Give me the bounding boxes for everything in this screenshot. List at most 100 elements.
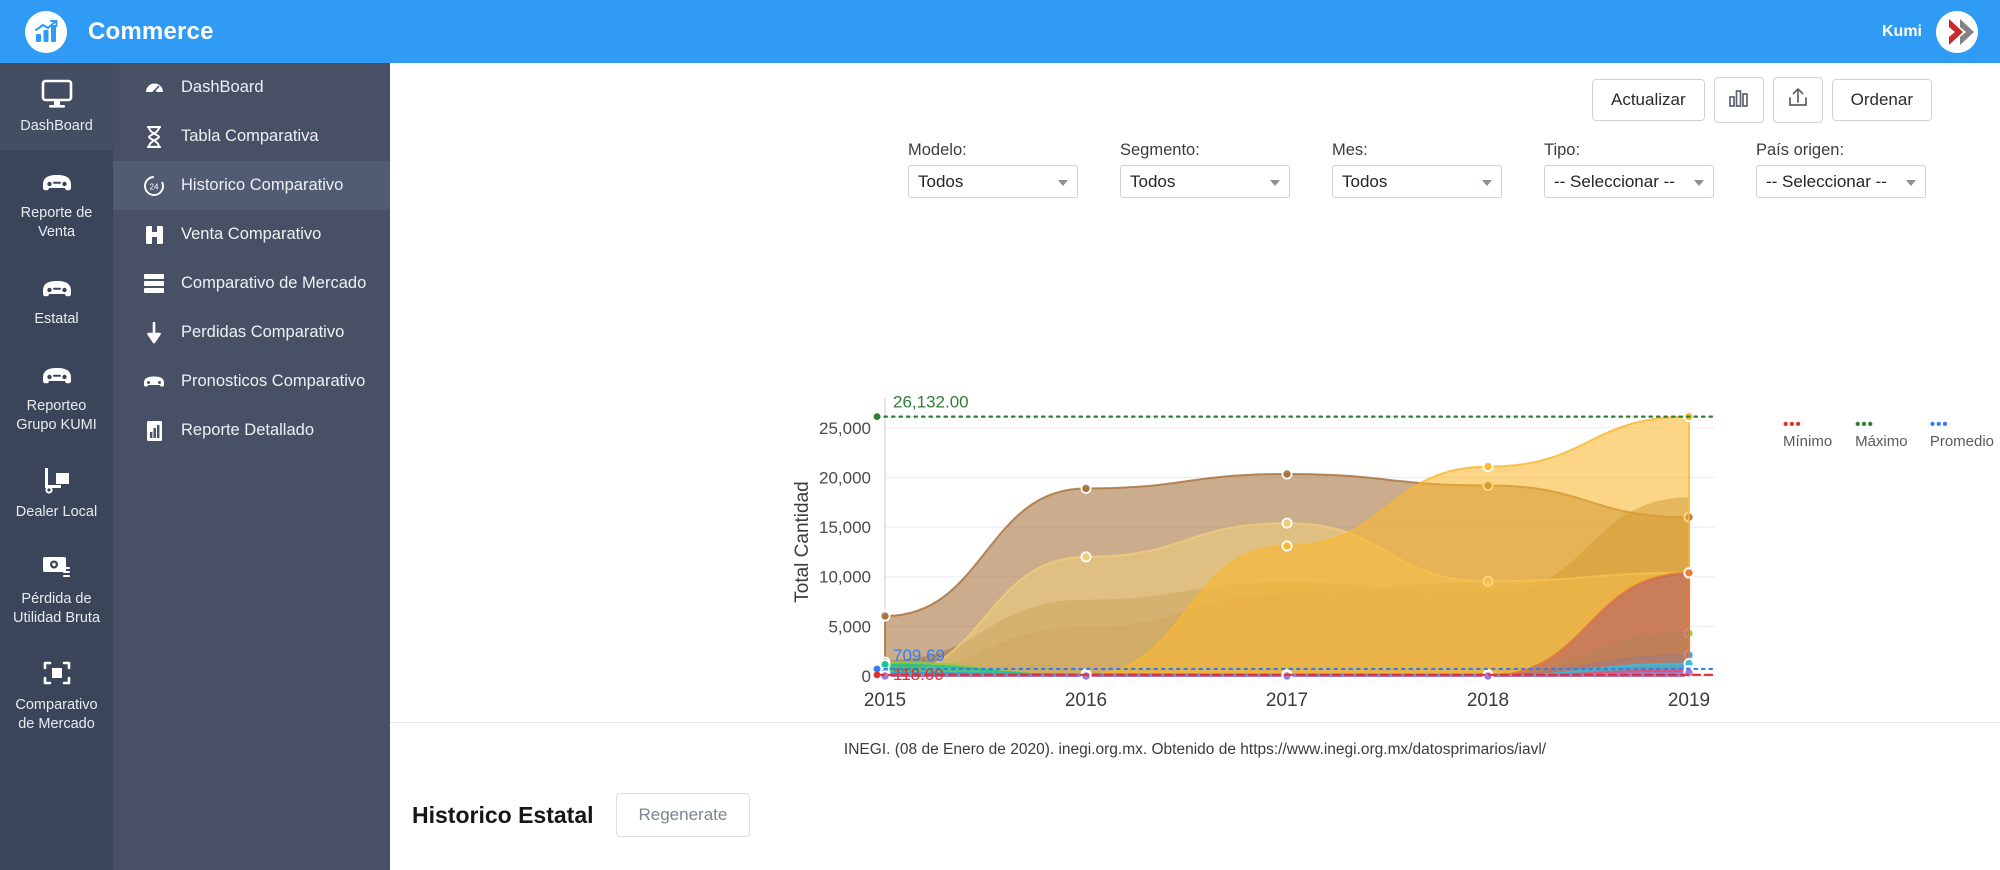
monitor-icon	[4, 79, 109, 109]
app-root: Commerce Kumi DashBoard Reporte de	[0, 0, 2000, 870]
section-title: Historico Estatal	[412, 802, 594, 829]
submenu-item-pronosticos-comparativo[interactable]: Pronosticos Comparativo	[113, 357, 390, 406]
submenu-item-label: Historico Comparativo	[181, 174, 353, 197]
focus-square-icon	[4, 658, 109, 688]
filter-pais-origen-value: -- Seleccionar --	[1766, 172, 1887, 192]
submenu-item-venta-comparativo[interactable]: Venta Comparativo	[113, 210, 390, 259]
filter-mes-value: Todos	[1342, 172, 1387, 192]
sidebar-item-label: Reporte de Venta	[4, 204, 109, 242]
stat-legend-promedio-label: Promedio	[1930, 433, 1994, 450]
filter-tipo-value: -- Seleccionar --	[1554, 172, 1675, 192]
ordenar-button[interactable]: Ordenar	[1832, 79, 1932, 121]
chart-view-button[interactable]	[1714, 77, 1764, 123]
filter-modelo-value: Todos	[918, 172, 963, 192]
sidebar-item-reporte-de-venta[interactable]: Reporte de Venta	[0, 150, 113, 256]
sidebar-item-comparativo-de-mercado[interactable]: Comparativo de Mercado	[0, 642, 113, 748]
file-report-icon	[141, 420, 167, 442]
avatar[interactable]	[1936, 11, 1978, 53]
export-upload-icon	[1787, 86, 1809, 114]
sidebar-item-label: Reporteo Grupo KUMI	[4, 397, 109, 435]
submenu-item-comparativo-de-mercado[interactable]: Comparativo de Mercado	[113, 259, 390, 308]
chevron-down-icon	[1270, 180, 1280, 186]
secondary-sidebar: DashBoard Tabla Comparativa 24 Historico…	[113, 63, 390, 870]
stat-legend-minimo-label: Mínimo	[1783, 433, 1832, 450]
y-axis-tick: 15,000	[819, 518, 871, 537]
chevron-down-icon	[1694, 180, 1704, 186]
chart-canvas[interactable]: 05,00010,00015,00020,00025,00026,132.007…	[390, 198, 2000, 718]
filter-segmento-select[interactable]: Todos	[1120, 165, 1290, 198]
car-icon	[4, 359, 109, 389]
chart-toolbar: Actualizar Ordenar	[390, 63, 2000, 123]
filter-modelo-label: Modelo:	[908, 141, 1078, 160]
stat-legend-minimo[interactable]: ••• Mínimo	[1783, 416, 1841, 450]
maximo-dash-icon: •••	[1855, 416, 1874, 433]
submenu-item-dashboard[interactable]: DashBoard	[113, 63, 390, 112]
filter-tipo: Tipo: -- Seleccionar --	[1544, 141, 1714, 198]
filter-tipo-label: Tipo:	[1544, 141, 1714, 160]
filter-segmento: Segmento: Todos	[1120, 141, 1290, 198]
x-axis-tick: 2019	[1668, 690, 1710, 711]
actualizar-button[interactable]: Actualizar	[1592, 79, 1705, 121]
filter-mes-label: Mes:	[1332, 141, 1502, 160]
chevron-down-icon	[1906, 180, 1916, 186]
y-axis-tick: 5,000	[828, 617, 871, 636]
brand-title: Commerce	[88, 18, 214, 46]
forklift-icon	[4, 465, 109, 495]
filter-modelo-select[interactable]: Todos	[908, 165, 1078, 198]
historico-comparativo-chart: 05,00010,00015,00020,00025,00026,132.007…	[390, 198, 2000, 718]
top-bar: Commerce Kumi	[0, 0, 2000, 63]
submenu-item-perdidas-comparativo[interactable]: Perdidas Comparativo	[113, 308, 390, 357]
car-icon	[141, 371, 167, 390]
y-axis-tick: 10,000	[819, 568, 871, 587]
sidebar-item-estatal[interactable]: Estatal	[0, 256, 113, 343]
x-axis-tick: 2015	[864, 690, 906, 711]
filter-pais-origen-select[interactable]: -- Seleccionar --	[1756, 165, 1926, 198]
x-axis-tick: 2016	[1065, 690, 1107, 711]
sidebar-item-label: Dealer Local	[4, 503, 109, 522]
sidebar-item-label: Pérdida de Utilidad Bruta	[4, 590, 109, 628]
sidebar-item-reporteo-grupo-kumi[interactable]: Reporteo Grupo KUMI	[0, 343, 113, 449]
car-icon	[4, 166, 109, 196]
export-button[interactable]	[1773, 77, 1823, 123]
x-axis-tick: 2018	[1467, 690, 1509, 711]
arrow-down-icon	[141, 322, 167, 344]
sidebar-item-perdida-utilidad-bruta[interactable]: Pérdida de Utilidad Bruta	[0, 536, 113, 642]
chart-annotation: 26,132.00	[893, 393, 969, 412]
submenu-item-label: Reporte Detallado	[181, 419, 324, 442]
filter-pais-origen-label: País origen:	[1756, 141, 1926, 160]
server-stack-icon	[141, 273, 167, 294]
sidebar-item-label: DashBoard	[4, 117, 109, 136]
filter-mes-select[interactable]: Todos	[1332, 165, 1502, 198]
submenu-item-historico-comparativo[interactable]: 24 Historico Comparativo	[113, 161, 390, 210]
regenerate-button[interactable]: Regenerate	[616, 793, 751, 837]
dna-icon	[141, 126, 167, 148]
sidebar-item-label: Estatal	[4, 310, 109, 329]
x-axis-tick: 2017	[1266, 690, 1308, 711]
clock-24-icon: 24	[141, 175, 167, 197]
sidebar-item-dealer-local[interactable]: Dealer Local	[0, 449, 113, 536]
y-axis-tick: 25,000	[819, 419, 871, 438]
y-axis-tick: 20,000	[819, 468, 871, 487]
filter-tipo-select[interactable]: -- Seleccionar --	[1544, 165, 1714, 198]
submenu-item-label: Tabla Comparativa	[181, 125, 329, 148]
filter-pais-origen: País origen: -- Seleccionar --	[1756, 141, 1926, 198]
chevron-down-icon	[1482, 180, 1492, 186]
submenu-item-label: DashBoard	[181, 76, 274, 99]
chart-annotation: 118.00	[893, 665, 944, 684]
promedio-dash-icon: •••	[1930, 416, 1949, 433]
sidebar-item-dashboard[interactable]: DashBoard	[0, 63, 113, 150]
gauge-icon	[141, 77, 167, 98]
chart-annotation: 709.69	[893, 646, 945, 665]
primary-sidebar: DashBoard Reporte de Venta Estatal Repor…	[0, 63, 113, 870]
stat-legend-maximo[interactable]: ••• Máximo	[1855, 416, 1916, 450]
stat-legend-promedio[interactable]: ••• Promedio	[1930, 416, 2000, 450]
bar-chart-icon	[1728, 86, 1750, 114]
submenu-item-label: Perdidas Comparativo	[181, 321, 354, 344]
source-citation: INEGI. (08 de Enero de 2020). inegi.org.…	[390, 722, 2000, 775]
filter-segmento-label: Segmento:	[1120, 141, 1290, 160]
submenu-item-tabla-comparativa[interactable]: Tabla Comparativa	[113, 112, 390, 161]
filter-segmento-value: Todos	[1130, 172, 1175, 192]
stat-legend: ••• Mínimo ••• Máximo ••• Promedio	[1783, 416, 2000, 450]
submenu-item-reporte-detallado[interactable]: Reporte Detallado	[113, 406, 390, 455]
money-eye-icon	[4, 552, 109, 582]
